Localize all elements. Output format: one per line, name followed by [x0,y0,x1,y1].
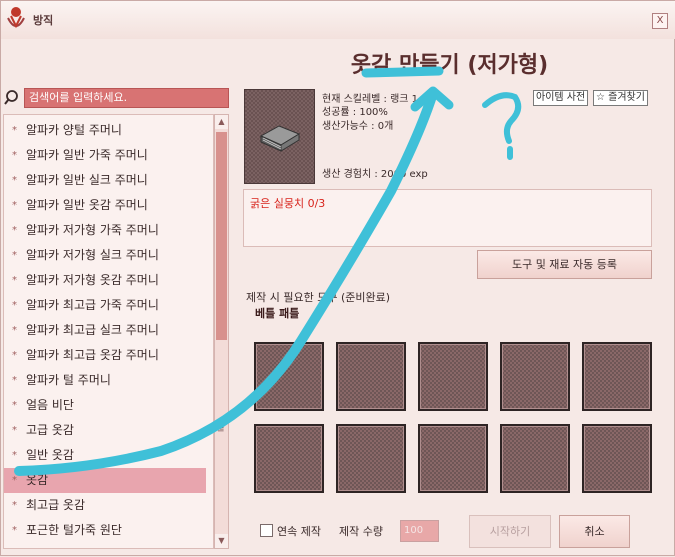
list-bullet: * [12,325,17,336]
repeat-craft-label: 연속 제작 [277,525,321,538]
list-item[interactable]: * 알파카 양털 주머니 [4,118,213,143]
list-bullet: * [12,450,17,461]
list-item[interactable]: * 알파카 저가형 가죽 주머니 [4,218,213,243]
list-item-label: 알파카 일반 가죽 주머니 [26,148,148,162]
list-item[interactable]: * 알파카 일반 옷감 주머니 [4,193,213,218]
list-item[interactable]: * 알파카 최고급 가죽 주머니 [4,293,213,318]
crafting-window: 방직 X 검색어를 입력하세요. * 알파카 양털 주머니 * 알파카 일반 가죽 … [0,0,675,556]
list-item[interactable]: * 최고급 옷감 [4,493,213,518]
list-bullet: * [12,175,17,186]
list-item-label: 알파카 저가형 가죽 주머니 [26,223,159,237]
repeat-craft-checkbox[interactable] [260,524,273,537]
tool-slot[interactable] [418,342,488,411]
annotation-arrowhead [410,86,454,112]
list-bullet: * [12,150,17,161]
list-bullet: * [12,275,17,286]
list-bullet: * [12,225,17,236]
list-bullet: * [12,250,17,261]
list-item[interactable]: * 알파카 털 주머니 [4,368,213,393]
list-item[interactable]: * 고급 옷감 [4,418,213,443]
tools-label: 제작 시 필요한 도구 (준비완료) [246,291,391,304]
recipe-title: 옷감 만들기 (저가형) [350,53,549,78]
result-item-slot [244,89,315,184]
list-item-label: 알파카 최고급 옷감 주머니 [26,348,159,362]
list-item[interactable]: * 알파카 최고급 옷감 주머니 [4,343,213,368]
tool-slot[interactable] [336,424,406,493]
tool-slot[interactable] [418,424,488,493]
list-item-label: 알파카 털 주머니 [26,373,111,387]
craftable-count-text: 생산가능수 : 0개 [322,121,394,132]
list-item-label: 알파카 최고급 실크 주머니 [26,323,159,337]
list-item-label: 최고급 옷감 [26,498,86,512]
list-item-label: 고급 옷감 [26,423,74,437]
tool-slot[interactable] [582,424,652,493]
search-icon [4,90,18,105]
list-bullet: * [12,500,17,511]
window-title: 방직 [33,14,54,27]
list-bullet: * [12,200,17,211]
list-item[interactable]: * 알파카 일반 실크 주머니 [4,168,213,193]
tool-slot[interactable] [254,342,324,411]
success-rate-text: 성공률 : 100% [322,107,388,118]
list-item[interactable]: * 포근한 털가죽 원단 [4,518,213,543]
scroll-down-arrow-icon[interactable]: ▼ [215,534,228,548]
list-bullet: * [12,475,17,486]
list-item[interactable]: * 일반 옷감 [4,443,213,468]
start-button[interactable]: 시작하기 [469,515,551,548]
tool-slot[interactable] [582,342,652,411]
resize-grip-icon[interactable]: ≡ [217,425,225,435]
list-bullet: * [12,525,17,536]
list-item-label: 알파카 양털 주머니 [26,123,122,137]
list-item-selected[interactable]: * 옷감 [4,468,213,493]
cancel-button[interactable]: 취소 [559,515,630,548]
list-bullet: * [12,125,17,136]
list-bullet: * [12,350,17,361]
material-requirement: 굵은 실뭉치 0/3 [250,197,326,210]
list-item[interactable]: * 알파카 최고급 실크 주머니 [4,318,213,343]
quantity-label: 제작 수량 [339,525,383,538]
favorite-button[interactable]: ☆ 즐겨찾기 [593,90,648,106]
list-item-label: 일반 옷감 [26,448,74,462]
list-item-label: 알파카 저가형 실크 주머니 [26,248,159,262]
cloth-bundle-icon [259,125,301,152]
list-item-label: 포근한 털가죽 원단 [26,523,122,537]
materials-box: 굵은 실뭉치 0/3 [243,189,652,247]
tool-name: 베틀 패틀 [255,307,300,320]
tool-slot[interactable] [500,424,570,493]
tool-slot[interactable] [500,342,570,411]
recipe-list: * 알파카 양털 주머니 * 알파카 일반 가죽 주머니 * 알파카 일반 실크 주머… [3,114,214,549]
close-button[interactable]: X [652,13,668,29]
tool-slot[interactable] [254,424,324,493]
annotation-question-mark [482,92,522,144]
list-item-label: 옷감 [26,473,49,487]
list-bullet: * [12,400,17,411]
scroll-thumb[interactable] [216,132,227,340]
tool-slot[interactable] [336,342,406,411]
weaving-app-icon [7,7,25,29]
auto-register-button[interactable]: 도구 및 재료 자동 등록 [477,250,652,279]
list-item-label: 얼음 비단 [26,398,74,412]
list-item[interactable]: * 알파카 일반 가죽 주머니 [4,143,213,168]
list-item[interactable]: * 알파카 저가형 옷감 주머니 [4,268,213,293]
item-dictionary-button[interactable]: 아이템 사전 [533,90,589,106]
list-item-label: 알파카 저가형 옷감 주머니 [26,273,159,287]
search-input[interactable]: 검색어를 입력하세요. [24,88,229,108]
list-item-label: 알파카 일반 옷감 주머니 [26,198,148,212]
list-scrollbar[interactable]: ▲ ▼ [214,114,229,549]
list-item-label: 알파카 최고급 가죽 주머니 [26,298,159,312]
list-item[interactable]: * 얼음 비단 [4,393,213,418]
scroll-up-arrow-icon[interactable]: ▲ [215,115,228,129]
list-bullet: * [12,375,17,386]
exp-text: 생산 경험치 : 2000 exp [322,169,428,180]
quantity-input[interactable]: 100 [400,520,439,542]
title-bar: 방직 X [1,1,675,39]
list-bullet: * [12,300,17,311]
list-bullet: * [12,425,17,436]
list-item-label: 알파카 일반 실크 주머니 [26,173,148,187]
list-item[interactable]: * 알파카 저가형 실크 주머니 [4,243,213,268]
